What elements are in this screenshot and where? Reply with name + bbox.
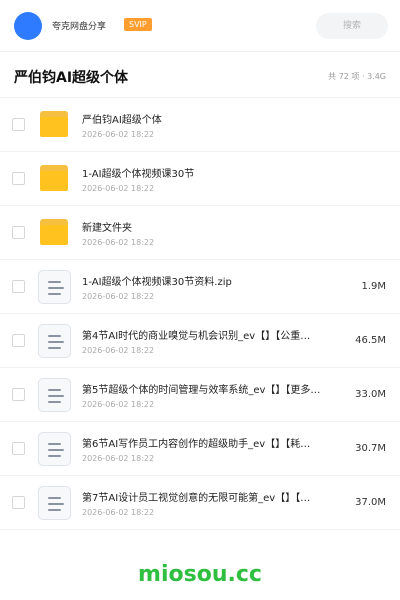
avatar[interactable] [14, 12, 42, 40]
item-name: 严伯钧AI超级个体 [82, 115, 162, 126]
item-name: 第4节AI时代的商业嗅觉与机会识别_ev【】【公重… [82, 331, 311, 342]
list-item[interactable]: 第6节AI写作员工内容创作的超级助手_ev【】【耗… 2026-06-02 18… [0, 422, 400, 476]
list-item[interactable]: 第5节超级个体的时间管理与效率系统_ev【】【更多… 2026-06-02 18… [0, 368, 400, 422]
document-icon [38, 378, 71, 412]
document-icon [38, 486, 71, 520]
user-name: 夸克网盘分享 [52, 22, 107, 32]
document-icon [38, 270, 71, 304]
list-item[interactable]: 第4节AI时代的商业嗅觉与机会识别_ev【】【公重… 2026-06-02 18… [0, 314, 400, 368]
document-icon [38, 432, 71, 466]
select-checkbox[interactable] [12, 226, 25, 239]
folder-icon [38, 216, 71, 250]
item-name: 新建文件夹 [82, 223, 132, 234]
folder-icon [38, 108, 71, 142]
folder-title-bar: 严伯钧AI超级个体 共 72 项 · 3.4G [0, 52, 400, 98]
search-box[interactable] [316, 13, 388, 39]
item-name: 第6节AI写作员工内容创作的超级助手_ev【】【耗… [82, 439, 311, 450]
item-name: 第7节AI设计员工视觉创意的无限可能第_ev【】【… [82, 493, 311, 504]
item-summary: 共 72 项 · 3.4G [328, 72, 386, 81]
list-item[interactable]: 1-AI超级个体视频课30节资料.zip 2026-06-02 18:22 1.… [0, 260, 400, 314]
svip-badge: SVIP [124, 18, 152, 31]
item-name: 第5节超级个体的时间管理与效率系统_ev【】【更多… [82, 385, 321, 396]
select-checkbox[interactable] [12, 388, 25, 401]
item-name: 1-AI超级个体视频课30节 [82, 169, 195, 180]
item-date: 2026-06-02 18:22 [82, 184, 155, 193]
select-checkbox[interactable] [12, 496, 25, 509]
list-item[interactable]: 严伯钧AI超级个体 2026-06-02 18:22 [0, 98, 400, 152]
folder-icon [38, 162, 71, 196]
item-size: 46.5M [355, 335, 386, 346]
select-checkbox[interactable] [12, 334, 25, 347]
item-date: 2026-06-02 18:22 [82, 292, 155, 301]
item-date: 2026-06-02 18:22 [82, 238, 155, 247]
select-checkbox[interactable] [12, 280, 25, 293]
list-item[interactable]: 1-AI超级个体视频课30节 2026-06-02 18:22 [0, 152, 400, 206]
item-date: 2026-06-02 18:22 [82, 346, 155, 355]
item-date: 2026-06-02 18:22 [82, 400, 155, 409]
list-item[interactable]: 第7节AI设计员工视觉创意的无限可能第_ev【】【… 2026-06-02 18… [0, 476, 400, 530]
file-list: 严伯钧AI超级个体 2026-06-02 18:22 1-AI超级个体视频课30… [0, 98, 400, 530]
watermark: miosou.cc [138, 562, 262, 587]
search-input[interactable] [316, 13, 388, 39]
item-name: 1-AI超级个体视频课30节资料.zip [82, 277, 232, 288]
select-checkbox[interactable] [12, 442, 25, 455]
document-icon [38, 324, 71, 358]
list-item[interactable]: 新建文件夹 2026-06-02 18:22 [0, 206, 400, 260]
page-title: 严伯钧AI超级个体 [14, 70, 129, 86]
select-checkbox[interactable] [12, 118, 25, 131]
header: 夸克网盘分享 SVIP [0, 0, 400, 52]
item-size: 37.0M [355, 497, 386, 508]
item-size: 33.0M [355, 389, 386, 400]
item-date: 2026-06-02 18:22 [82, 130, 155, 139]
item-date: 2026-06-02 18:22 [82, 454, 155, 463]
item-size: 1.9M [361, 281, 386, 292]
item-size: 30.7M [355, 443, 386, 454]
item-date: 2026-06-02 18:22 [82, 508, 155, 517]
select-checkbox[interactable] [12, 172, 25, 185]
